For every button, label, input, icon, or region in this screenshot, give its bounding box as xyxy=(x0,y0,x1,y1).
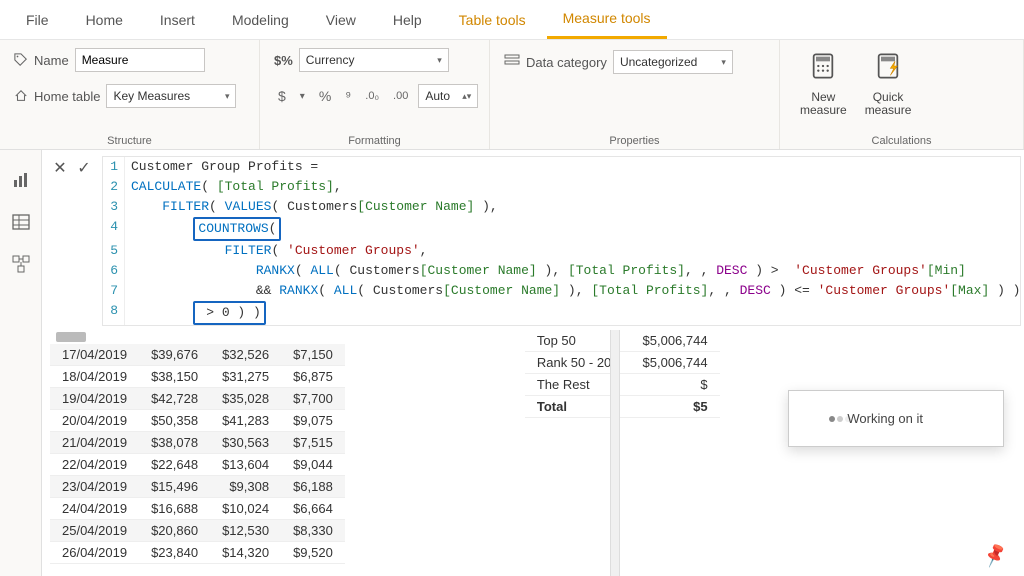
table-row[interactable]: Rank 50 - 200$5,006,744 xyxy=(525,352,720,374)
tab-table-tools[interactable]: Table tools xyxy=(443,2,542,38)
ribbon-group-properties: Data category Uncategorized ▾ Properties xyxy=(490,40,780,149)
ribbon-group-structure: Name Home table Key Measures ▾ Structure xyxy=(0,40,260,149)
splitter-vertical[interactable] xyxy=(610,330,620,576)
tab-modeling[interactable]: Modeling xyxy=(216,2,305,38)
currency-button[interactable]: $ xyxy=(274,86,290,106)
commit-formula-button[interactable]: ✓ xyxy=(74,158,94,178)
category-icon xyxy=(504,53,520,72)
data-view-icon[interactable] xyxy=(11,212,31,232)
report-view-icon[interactable] xyxy=(11,170,31,190)
quick-measure-label: Quick measure xyxy=(865,91,912,117)
chevron-down-icon: ▾ xyxy=(225,91,230,102)
formula-bar: ✕ ✓ 1Customer Group Profits =2CALCULATE(… xyxy=(50,156,1016,326)
group-label-structure: Structure xyxy=(14,131,245,147)
loading-tooltip: Working on it xyxy=(788,390,1004,447)
code-line[interactable]: 5 FILTER( 'Customer Groups', xyxy=(103,241,1020,261)
home-table-dropdown[interactable]: Key Measures ▾ xyxy=(106,84,236,108)
tab-insert[interactable]: Insert xyxy=(144,2,211,38)
stepper-icon: ▴▾ xyxy=(462,91,471,102)
table-row[interactable]: 23/04/2019$15,496$9,308$6,188 xyxy=(50,476,345,498)
table-row[interactable]: 21/04/2019$38,078$30,563$7,515 xyxy=(50,432,345,454)
spinner-icon xyxy=(829,416,835,422)
tab-help[interactable]: Help xyxy=(377,2,438,38)
scroll-handle[interactable] xyxy=(56,332,86,342)
visuals-row: 17/04/2019$39,676$32,526$7,15018/04/2019… xyxy=(50,330,1016,564)
tab-measure-tools[interactable]: Measure tools xyxy=(547,0,667,39)
group-label-calculations: Calculations xyxy=(794,131,1009,147)
measure-name-input[interactable] xyxy=(75,48,205,72)
code-line[interactable]: 6 RANKX( ALL( Customers[Customer Name] )… xyxy=(103,261,1020,281)
home-icon xyxy=(14,89,28,103)
decrease-decimal-button[interactable]: .00 xyxy=(389,88,412,104)
view-rail xyxy=(0,150,42,576)
table-row[interactable]: The Rest$ xyxy=(525,374,720,396)
table-row[interactable]: Total$5 xyxy=(525,396,720,418)
home-table-label: Home table xyxy=(34,89,100,104)
new-measure-label: New measure xyxy=(800,91,847,117)
ribbon: Name Home table Key Measures ▾ Structure… xyxy=(0,40,1024,150)
home-table-value: Key Measures xyxy=(113,89,190,103)
calculator-icon xyxy=(809,52,837,87)
tag-icon xyxy=(14,53,28,67)
currency-chevron[interactable]: ▾ xyxy=(296,89,309,104)
format-prefix-label: $% xyxy=(274,53,293,68)
format-value: Currency xyxy=(306,53,355,67)
data-category-value: Uncategorized xyxy=(620,55,697,69)
table-visual-left[interactable]: 17/04/2019$39,676$32,526$7,15018/04/2019… xyxy=(50,344,345,564)
model-view-icon[interactable] xyxy=(11,254,31,274)
table-row[interactable]: 25/04/2019$20,860$12,530$8,330 xyxy=(50,520,345,542)
table-row[interactable]: 19/04/2019$42,728$35,028$7,700 xyxy=(50,388,345,410)
thousands-button[interactable]: ⁹ xyxy=(341,86,355,106)
quick-measure-button[interactable]: Quick measure xyxy=(859,48,918,121)
dax-editor[interactable]: 1Customer Group Profits =2CALCULATE( [To… xyxy=(102,156,1021,326)
cancel-formula-button[interactable]: ✕ xyxy=(50,158,70,178)
table-row[interactable]: 26/04/2019$23,840$14,320$9,520 xyxy=(50,542,345,564)
chevron-down-icon: ▾ xyxy=(437,55,442,66)
new-measure-button[interactable]: New measure xyxy=(794,48,853,121)
format-dropdown[interactable]: Currency ▾ xyxy=(299,48,449,72)
decimal-value: Auto xyxy=(425,89,450,103)
percent-button[interactable]: % xyxy=(315,86,335,106)
tab-home[interactable]: Home xyxy=(70,2,139,38)
chevron-down-icon: ▾ xyxy=(721,57,726,68)
table-row[interactable]: 18/04/2019$38,150$31,275$6,875 xyxy=(50,366,345,388)
table-visual-right[interactable]: Top 50$5,006,744Rank 50 - 200$5,006,744T… xyxy=(525,330,720,418)
name-label: Name xyxy=(34,53,69,68)
loading-text: Working on it xyxy=(847,411,923,426)
ribbon-group-calculations: New measure Quick measure Calculations xyxy=(780,40,1024,149)
main-area: ✕ ✓ 1Customer Group Profits =2CALCULATE(… xyxy=(0,150,1024,576)
table-row[interactable]: 17/04/2019$39,676$32,526$7,150 xyxy=(50,344,345,366)
table-row[interactable]: 20/04/2019$50,358$41,283$9,075 xyxy=(50,410,345,432)
increase-decimal-button[interactable]: .0₀ xyxy=(361,88,383,104)
tab-file[interactable]: File xyxy=(10,2,65,38)
code-line[interactable]: 8 > 0 ) ) xyxy=(103,301,1020,325)
decimal-places-stepper[interactable]: Auto ▴▾ xyxy=(418,84,478,108)
group-label-formatting: Formatting xyxy=(274,131,475,147)
code-line[interactable]: 1Customer Group Profits = xyxy=(103,157,1020,177)
tab-view[interactable]: View xyxy=(310,2,372,38)
code-line[interactable]: 2CALCULATE( [Total Profits], xyxy=(103,177,1020,197)
code-line[interactable]: 7 && RANKX( ALL( Customers[Customer Name… xyxy=(103,281,1020,301)
table-row[interactable]: Top 50$5,006,744 xyxy=(525,330,720,352)
code-line[interactable]: 4 COUNTROWS( xyxy=(103,217,1020,241)
calculator-lightning-icon xyxy=(874,52,902,87)
code-line[interactable]: 3 FILTER( VALUES( Customers[Customer Nam… xyxy=(103,197,1020,217)
data-category-dropdown[interactable]: Uncategorized ▾ xyxy=(613,50,733,74)
group-label-properties: Properties xyxy=(504,131,765,147)
menu-bar: File Home Insert Modeling View Help Tabl… xyxy=(0,0,1024,40)
table-row[interactable]: 22/04/2019$22,648$13,604$9,044 xyxy=(50,454,345,476)
report-canvas: ✕ ✓ 1Customer Group Profits =2CALCULATE(… xyxy=(42,150,1024,576)
table-row[interactable]: 24/04/2019$16,688$10,024$6,664 xyxy=(50,498,345,520)
ribbon-group-formatting: $% Currency ▾ $ ▾ % ⁹ .0₀ .00 Auto ▴▾ Fo… xyxy=(260,40,490,149)
data-category-label: Data category xyxy=(526,55,607,70)
